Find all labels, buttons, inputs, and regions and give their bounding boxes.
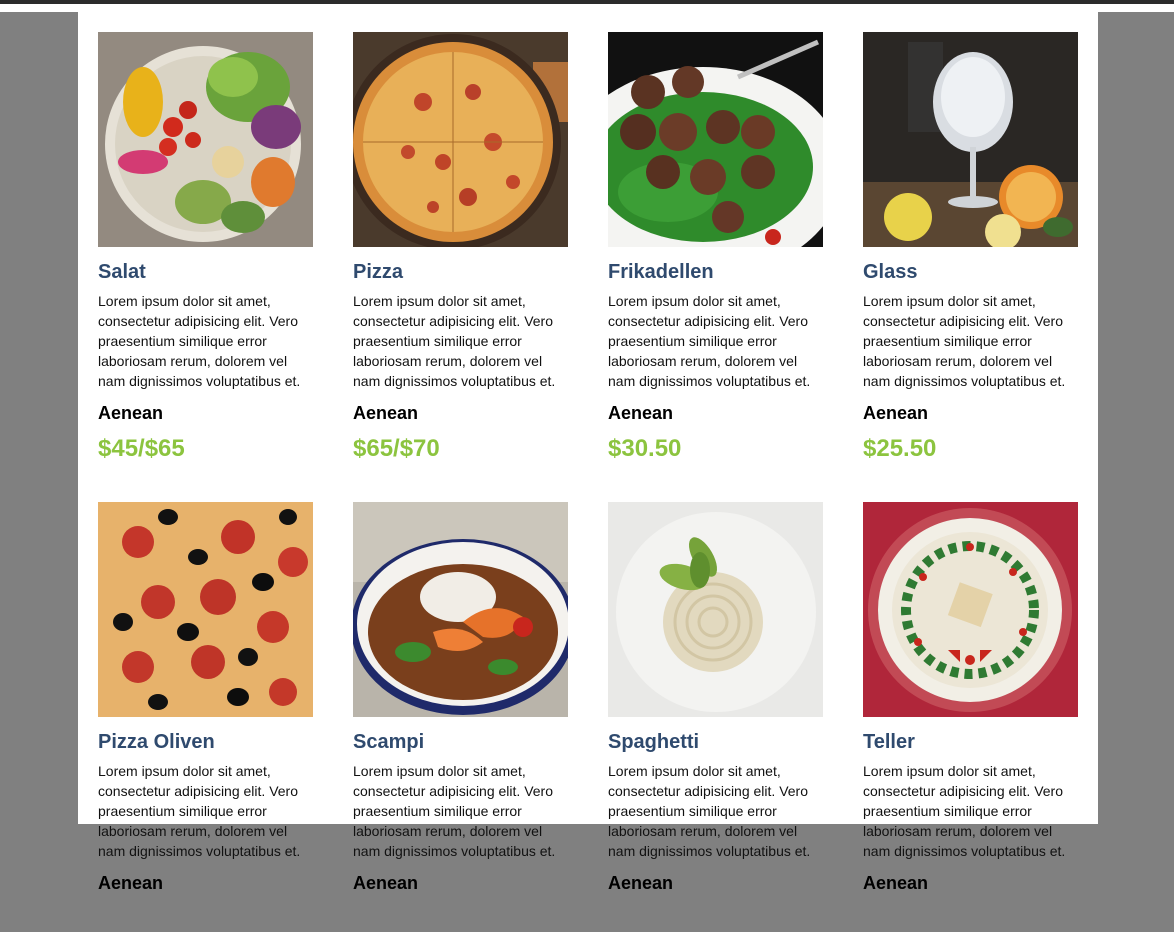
item-name: Spaghetti bbox=[608, 731, 700, 753]
item-name: Pizza bbox=[353, 261, 404, 283]
food-image-scampi[interactable] bbox=[353, 502, 568, 717]
food-image-meatballs[interactable] bbox=[608, 32, 823, 247]
glass-image bbox=[863, 32, 1078, 247]
item-description: Lorem ipsum dolor sit amet, consectetur … bbox=[98, 293, 301, 389]
item-price: $45/$65 bbox=[98, 435, 185, 462]
food-image-salad[interactable] bbox=[98, 32, 313, 247]
item-subtitle: Aenean bbox=[353, 873, 419, 893]
menu-card[interactable]: Glass Lorem ipsum dolor sit amet, consec… bbox=[863, 32, 1078, 462]
menu-card[interactable]: Spaghetti Lorem ipsum dolor sit amet, co… bbox=[608, 502, 823, 932]
menu-card[interactable]: Salat Lorem ipsum dolor sit amet, consec… bbox=[98, 32, 313, 462]
item-description: Lorem ipsum dolor sit amet, consectetur … bbox=[353, 763, 556, 859]
food-image-pizza[interactable] bbox=[353, 32, 568, 247]
salad-image bbox=[98, 32, 313, 247]
pizza-image bbox=[353, 32, 568, 247]
item-description: Lorem ipsum dolor sit amet, consectetur … bbox=[98, 763, 301, 859]
item-price: $30.50 bbox=[608, 435, 682, 462]
item-subtitle: Aenean bbox=[608, 873, 674, 893]
spaghetti-image bbox=[608, 502, 823, 717]
menu-card[interactable]: Frikadellen Lorem ipsum dolor sit amet, … bbox=[608, 32, 823, 462]
item-name: Teller bbox=[863, 731, 915, 753]
menu-card[interactable]: Scampi Lorem ipsum dolor sit amet, conse… bbox=[353, 502, 568, 932]
item-subtitle: Aenean bbox=[98, 873, 164, 893]
item-subtitle: Aenean bbox=[353, 403, 419, 423]
top-strip bbox=[0, 4, 1174, 12]
item-name: Frikadellen bbox=[608, 261, 714, 283]
item-subtitle: Aenean bbox=[863, 873, 929, 893]
plate-image bbox=[863, 502, 1078, 717]
meatballs-image bbox=[608, 32, 823, 247]
food-image-glass[interactable] bbox=[863, 32, 1078, 247]
food-image-pizza-olives[interactable] bbox=[98, 502, 313, 717]
item-subtitle: Aenean bbox=[608, 403, 674, 423]
item-price: $65/$70 bbox=[353, 435, 440, 462]
food-image-spaghetti[interactable] bbox=[608, 502, 823, 717]
menu-card[interactable]: Pizza Oliven Lorem ipsum dolor sit amet,… bbox=[98, 502, 313, 932]
item-subtitle: Aenean bbox=[863, 403, 929, 423]
item-description: Lorem ipsum dolor sit amet, consectetur … bbox=[608, 293, 811, 389]
food-image-plate[interactable] bbox=[863, 502, 1078, 717]
menu-panel: Salat Lorem ipsum dolor sit amet, consec… bbox=[78, 12, 1098, 893]
item-description: Lorem ipsum dolor sit amet, consectetur … bbox=[863, 763, 1066, 859]
item-price: $25.50 bbox=[863, 435, 937, 462]
menu-grid: Salat Lorem ipsum dolor sit amet, consec… bbox=[98, 32, 1078, 932]
pizza-olives-image bbox=[98, 502, 313, 717]
item-name: Salat bbox=[98, 261, 146, 283]
item-subtitle: Aenean bbox=[98, 403, 164, 423]
menu-card[interactable]: Teller Lorem ipsum dolor sit amet, conse… bbox=[863, 502, 1078, 932]
item-name: Pizza Oliven bbox=[98, 731, 215, 753]
item-description: Lorem ipsum dolor sit amet, consectetur … bbox=[353, 293, 556, 389]
item-description: Lorem ipsum dolor sit amet, consectetur … bbox=[608, 763, 811, 859]
scampi-image bbox=[353, 502, 568, 717]
item-name: Glass bbox=[863, 261, 918, 283]
item-name: Scampi bbox=[353, 731, 425, 753]
item-description: Lorem ipsum dolor sit amet, consectetur … bbox=[863, 293, 1066, 389]
menu-card[interactable]: Pizza Lorem ipsum dolor sit amet, consec… bbox=[353, 32, 568, 462]
